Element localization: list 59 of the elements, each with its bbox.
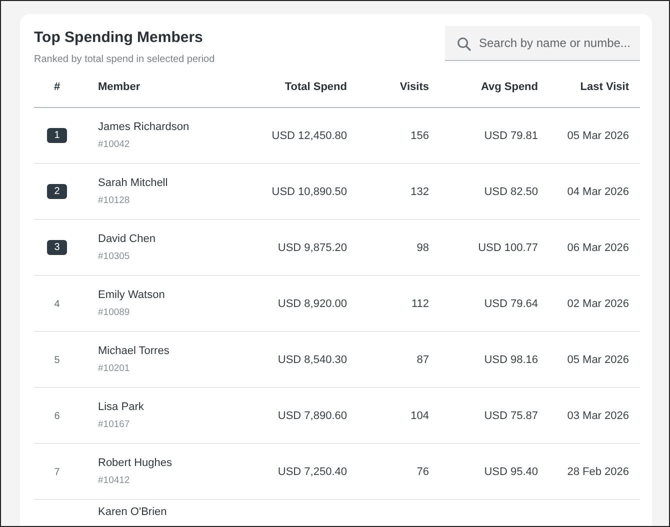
rank-number: 4 xyxy=(54,298,60,310)
rank-badge: 2 xyxy=(47,184,67,199)
avg-spend-cell: USD 100.77 xyxy=(478,242,538,254)
visits-cell: 156 xyxy=(410,130,429,142)
total-spend-cell: USD 7,890.60 xyxy=(278,410,347,422)
column-header: Last Visit xyxy=(580,81,629,93)
member-number: #10167 xyxy=(98,419,130,430)
total-spend-cell: USD 8,920.00 xyxy=(278,298,347,310)
last-visit-cell: 04 Mar 2026 xyxy=(567,186,629,198)
total-spend-cell: USD 8,540.30 xyxy=(278,354,347,366)
member-number: #10128 xyxy=(98,195,130,206)
member-number: #10412 xyxy=(98,475,130,486)
avg-spend-cell: USD 95.40 xyxy=(484,466,538,478)
search-field[interactable]: Search by name or numbe... xyxy=(445,26,640,61)
visits-cell: 132 xyxy=(410,186,429,198)
member-name: Sarah Mitchell xyxy=(98,177,168,189)
total-spend-cell: USD 10,890.50 xyxy=(272,186,347,198)
last-visit-cell: 05 Mar 2026 xyxy=(567,130,629,142)
member-number: #10089 xyxy=(98,307,130,318)
total-spend-cell: USD 7,250.40 xyxy=(278,466,347,478)
column-header: Total Spend xyxy=(284,81,347,93)
last-visit-cell: 03 Mar 2026 xyxy=(567,410,629,422)
visits-cell: 112 xyxy=(411,298,429,310)
visits-cell: 87 xyxy=(416,354,429,366)
member-number: #10305 xyxy=(98,251,130,262)
member-number: #10042 xyxy=(98,139,130,150)
member-name: Robert Hughes xyxy=(98,457,172,469)
total-spend-cell: USD 9,875.20 xyxy=(278,242,347,254)
last-visit-cell: 28 Feb 2026 xyxy=(567,466,629,478)
member-name: Lisa Park xyxy=(98,401,144,413)
card-title: Top Spending Members xyxy=(34,29,204,46)
member-name: James Richardson xyxy=(98,121,190,133)
visits-cell: 98 xyxy=(416,242,429,254)
member-name: Karen O'Brien xyxy=(98,506,167,518)
column-header: Visits xyxy=(400,81,429,93)
column-header: Avg Spend xyxy=(480,81,538,93)
visits-cell: 76 xyxy=(416,466,429,478)
member-name: David Chen xyxy=(98,233,156,245)
rank-number: 7 xyxy=(54,466,60,478)
total-spend-cell: USD 12,450.80 xyxy=(272,130,347,142)
last-visit-cell: 02 Mar 2026 xyxy=(567,298,629,310)
last-visit-cell: 06 Mar 2026 xyxy=(567,242,629,254)
avg-spend-cell: USD 75.87 xyxy=(484,410,538,422)
member-name: Emily Watson xyxy=(98,289,165,301)
rank-number: 5 xyxy=(54,354,60,366)
member-name: Michael Torres xyxy=(98,345,170,357)
avg-spend-cell: USD 98.16 xyxy=(484,354,538,366)
column-header: # xyxy=(54,81,60,93)
member-number: #10201 xyxy=(98,363,130,374)
avg-spend-cell: USD 79.81 xyxy=(484,130,538,142)
avg-spend-cell: USD 79.64 xyxy=(484,298,538,310)
avg-spend-cell: USD 82.50 xyxy=(484,186,538,198)
visits-cell: 104 xyxy=(410,410,429,422)
rank-badge: 3 xyxy=(47,240,67,255)
card-subtitle: Ranked by total spend in selected period xyxy=(34,54,215,65)
last-visit-cell: 05 Mar 2026 xyxy=(567,354,629,366)
rank-badge: 1 xyxy=(47,128,67,143)
column-header: Member xyxy=(98,81,140,93)
rank-number: 6 xyxy=(54,410,60,422)
